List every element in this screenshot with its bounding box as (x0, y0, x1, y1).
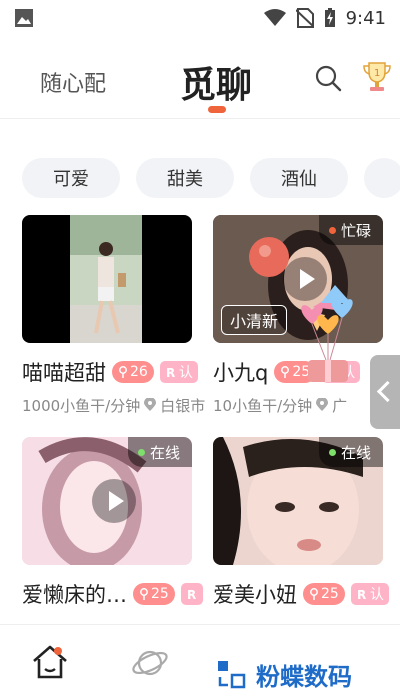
user-name: 小九q (213, 361, 269, 385)
header-divider (0, 118, 400, 119)
search-icon[interactable] (314, 64, 342, 92)
planet-icon[interactable] (130, 643, 170, 683)
user-card[interactable]: 在线 爱懒床的… 25 R (22, 437, 203, 609)
watermark-text: 粉蝶数码 (256, 662, 352, 691)
play-button[interactable] (92, 479, 136, 523)
price-text: 1000小鱼干/分钟 (22, 396, 141, 415)
location-icon (144, 398, 157, 411)
online-dot (328, 449, 336, 456)
status-pill: 忙碌 (318, 215, 383, 245)
battery-charging-icon (324, 8, 335, 27)
gift-balloons-icon[interactable] (292, 290, 364, 386)
online-dot (137, 449, 145, 456)
watermark: 粉蝶数码 (204, 648, 400, 700)
age-value: 26 (130, 364, 148, 380)
age-value: 25 (151, 586, 169, 602)
svg-text:R: R (187, 588, 196, 600)
meta-row: 1000小鱼干/分钟 白银市 (22, 393, 222, 417)
status-text: 在线 (340, 443, 371, 462)
user-photo[interactable]: 在线 (213, 437, 383, 565)
home-icon[interactable] (30, 643, 70, 683)
cert-label: 认 (178, 365, 193, 381)
user-name: 喵喵超甜 (22, 361, 106, 385)
header: 随心配 觅聊 1 (0, 48, 400, 118)
female-icon (119, 366, 127, 378)
status-text: 在线 (149, 443, 180, 462)
cert-label: 认 (369, 587, 384, 603)
tab-indicator (208, 106, 226, 113)
status-text: 忙碌 (340, 221, 371, 240)
user-name: 爱懒床的… (22, 583, 127, 607)
tab-suixinpei[interactable]: 随心配 (40, 66, 106, 98)
female-icon (281, 366, 290, 378)
chip-keai[interactable]: 可爱 (22, 158, 120, 198)
tab-miliao[interactable]: 觅聊 (180, 56, 252, 108)
name-row: 喵喵超甜 26 R 认 (22, 357, 212, 387)
female-icon (140, 588, 148, 600)
side-collapse-handle[interactable] (370, 355, 400, 429)
verified-icon: R (357, 588, 366, 600)
status-time: 9:41 (345, 7, 386, 29)
trophy-icon[interactable]: 1 (362, 60, 392, 94)
status-bar: 9:41 (0, 0, 400, 36)
age-badge: 25 (303, 583, 345, 605)
name-row: 爱懒床的… 25 R (22, 579, 212, 609)
status-pill: 在线 (318, 437, 383, 467)
chip-more[interactable] (364, 158, 400, 198)
no-sim-icon (295, 8, 314, 28)
location-icon (316, 398, 329, 411)
svg-text:1: 1 (374, 68, 380, 79)
location-text: 广 (332, 396, 348, 415)
user-name: 爱美小妞 (213, 583, 297, 607)
cert-badge: R 认 (350, 583, 389, 605)
name-row: 爱美小妞 25 R 认 (213, 579, 400, 609)
status-pill: 在线 (127, 437, 192, 467)
verified-icon: R (166, 366, 175, 378)
category-chips: 可爱 甜美 酒仙 (22, 158, 400, 198)
verified-icon: R (187, 588, 196, 600)
user-card[interactable]: 喵喵超甜 26 R 认 1000小鱼干/分钟 白银市 (22, 215, 205, 417)
image-icon (15, 9, 33, 27)
price-text: 10小鱼干/分钟 (213, 396, 313, 415)
female-icon (310, 588, 318, 600)
cert-badge: R (180, 583, 203, 605)
location-text: 白银市 (160, 396, 206, 415)
wifi-icon (263, 9, 286, 26)
street-photo (70, 215, 142, 343)
watermark-logo-icon (218, 661, 246, 689)
age-value: 25 (321, 586, 339, 602)
age-badge: 26 (112, 361, 154, 383)
cert-badge: R 认 (159, 361, 198, 383)
user-photo[interactable] (22, 215, 192, 343)
user-card[interactable]: 在线 爱美小妞 25 R 认 (213, 437, 389, 609)
video-tag: 小清新 (221, 305, 288, 335)
busy-dot (328, 227, 336, 234)
user-photo[interactable]: 在线 (22, 437, 192, 565)
chip-jiuxian[interactable]: 酒仙 (250, 158, 348, 198)
chip-tianmei[interactable]: 甜美 (136, 158, 234, 198)
svg-text:R: R (166, 366, 175, 378)
age-badge: 25 (133, 583, 175, 605)
svg-text:R: R (357, 588, 366, 600)
